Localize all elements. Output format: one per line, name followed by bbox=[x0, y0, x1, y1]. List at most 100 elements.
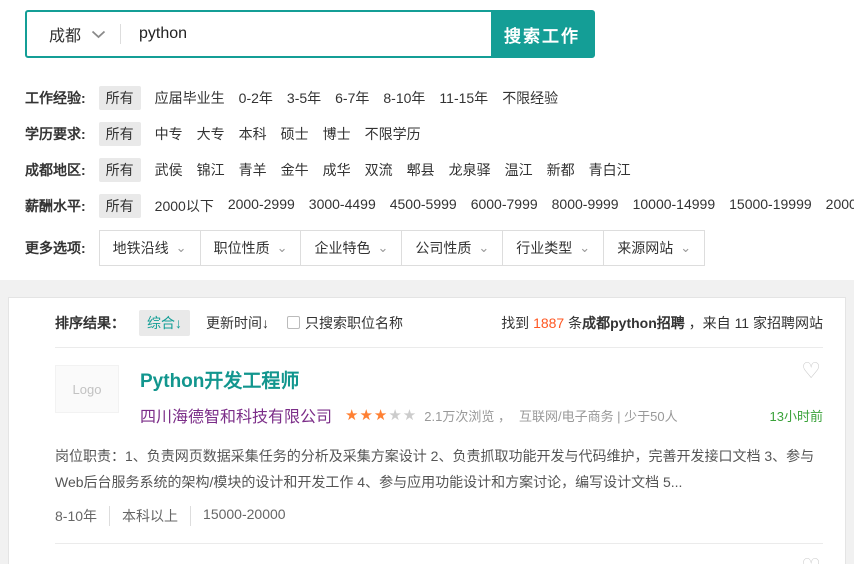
posted-time: 13小时前 bbox=[770, 406, 823, 425]
job-tag: 本科以上 bbox=[109, 506, 178, 526]
job-tags: 8-10年本科以上15000-20000 bbox=[55, 506, 823, 526]
job-tag: 15000-20000 bbox=[190, 506, 286, 526]
filter-dropdown-label: 公司性质 bbox=[415, 238, 471, 258]
filter-option[interactable]: 硕士 bbox=[274, 122, 316, 146]
chevron-down-icon: ⌄ bbox=[680, 244, 691, 252]
filter-section: 工作经验: 所有 应届毕业生0-2年3-5年6-7年8-10年11-15年不限经… bbox=[25, 86, 854, 278]
results-card: 排序结果： 综合↓ 更新时间↓ 只搜索职位名称 找到 1887 条成都pytho… bbox=[8, 297, 846, 564]
filter-dropdown-label: 来源网站 bbox=[617, 238, 673, 258]
filter-dropdown[interactable]: 来源网站 ⌄ bbox=[603, 230, 705, 266]
filter-option[interactable]: 龙泉驿 bbox=[442, 158, 498, 182]
sort-comprehensive-button[interactable]: 综合↓ bbox=[139, 310, 190, 336]
results-section: 排序结果： 综合↓ 更新时间↓ 只搜索职位名称 找到 1887 条成都pytho… bbox=[0, 280, 854, 564]
filter-option[interactable]: 应届毕业生 bbox=[148, 86, 232, 110]
chevron-down-icon: ⌄ bbox=[277, 244, 288, 252]
filter-dropdown-label: 行业类型 bbox=[516, 238, 572, 258]
company-logo-placeholder: Logo bbox=[55, 365, 119, 413]
filter-dropdown[interactable]: 地铁沿线 ⌄ bbox=[99, 230, 201, 266]
chevron-down-icon: ⌄ bbox=[176, 244, 187, 252]
sort-by-time-button[interactable]: 更新时间↓ bbox=[206, 313, 269, 333]
filter-selected-all[interactable]: 所有 bbox=[99, 122, 141, 146]
heart-icon[interactable]: ♡ bbox=[801, 360, 821, 382]
filter-options: 2000以下2000-29993000-44994500-59996000-79… bbox=[148, 194, 854, 218]
filter-option[interactable]: 20000- bbox=[819, 194, 854, 218]
filter-option[interactable]: 中专 bbox=[148, 122, 190, 146]
filter-selected-all[interactable]: 所有 bbox=[99, 86, 141, 110]
views-count: 2.1万次浏览 ， bbox=[424, 406, 511, 425]
filter-option[interactable]: 双流 bbox=[358, 158, 400, 182]
filter-option[interactable]: 10000-14999 bbox=[626, 194, 723, 218]
filter-option[interactable]: 青羊 bbox=[232, 158, 274, 182]
filter-option[interactable]: 2000以下 bbox=[148, 194, 221, 218]
result-keyword: 成都python招聘 bbox=[582, 315, 685, 331]
title-only-filter[interactable]: 只搜索职位名称 bbox=[287, 313, 403, 333]
filter-row-salary: 薪酬水平: 所有 2000以下2000-29993000-44994500-59… bbox=[25, 194, 854, 218]
job-description: 岗位职责：1、负责网页数据采集任务的分析及采集方案设计 2、负责抓取功能开发与代… bbox=[55, 443, 823, 495]
filter-dropdown[interactable]: 公司性质 ⌄ bbox=[401, 230, 503, 266]
filter-option[interactable]: 2000-2999 bbox=[221, 194, 302, 218]
filter-option[interactable]: 青白江 bbox=[582, 158, 638, 182]
filter-row-education: 学历要求: 所有 中专大专本科硕士博士不限学历 bbox=[25, 122, 854, 146]
filter-option[interactable]: 8000-9999 bbox=[545, 194, 626, 218]
filter-selected-all[interactable]: 所有 bbox=[99, 194, 141, 218]
filter-option[interactable]: 博士 bbox=[316, 122, 358, 146]
city-selector[interactable]: 成都 bbox=[27, 12, 120, 56]
filter-option[interactable]: 4500-5999 bbox=[383, 194, 464, 218]
filter-option[interactable]: 郫县 bbox=[400, 158, 442, 182]
filter-option[interactable]: 新都 bbox=[540, 158, 582, 182]
company-link[interactable]: 四川海德智和科技有限公司 bbox=[140, 403, 332, 427]
job-header: Logo Python开发工程师 四川海德智和科技有限公司 ★★★★★ 2.1万… bbox=[55, 365, 823, 427]
filter-option[interactable]: 3-5年 bbox=[280, 86, 328, 110]
filter-label: 成都地区: bbox=[25, 160, 86, 180]
filter-option[interactable]: 11-15年 bbox=[432, 86, 495, 110]
filter-option[interactable]: 6000-7999 bbox=[464, 194, 545, 218]
filter-option[interactable]: 6-7年 bbox=[328, 86, 376, 110]
job-search-page: 成都 搜索工作 工作经验: 所有 应届毕业生0-2年3-5年6-7年8-10年1… bbox=[0, 10, 854, 278]
filter-dropdown[interactable]: 职位性质⌄ bbox=[200, 230, 302, 266]
filter-option[interactable]: 锦江 bbox=[190, 158, 232, 182]
filter-option[interactable]: 不限经验 bbox=[495, 86, 565, 110]
filter-option[interactable]: 成华 bbox=[316, 158, 358, 182]
job-title-only-checkbox[interactable] bbox=[287, 316, 300, 329]
chevron-down-icon: ⌄ bbox=[377, 244, 388, 252]
company-meta: 互联网/电子商务 | 少于50人 bbox=[519, 406, 678, 425]
filter-row-experience: 工作经验: 所有 应届毕业生0-2年3-5年6-7年8-10年11-15年不限经… bbox=[25, 86, 854, 110]
filter-options: 应届毕业生0-2年3-5年6-7年8-10年11-15年不限经验 bbox=[148, 86, 566, 110]
filter-label: 薪酬水平: bbox=[25, 196, 86, 216]
result-summary: 找到 1887 条成都python招聘 ，来自 11 家招聘网站 bbox=[501, 313, 823, 333]
filter-dropdown[interactable]: 企业特色 ⌄ bbox=[300, 230, 402, 266]
filter-options: 中专大专本科硕士博士不限学历 bbox=[148, 122, 428, 146]
chevron-down-icon: ⌄ bbox=[579, 244, 590, 252]
filter-dropdown-label: 企业特色 bbox=[314, 238, 370, 258]
city-label: 成都 bbox=[49, 22, 81, 46]
chevron-down-icon: ⌄ bbox=[478, 244, 489, 252]
filter-label: 更多选项: bbox=[25, 238, 86, 258]
heart-icon[interactable]: ♡ bbox=[801, 556, 821, 564]
search-input[interactable] bbox=[121, 12, 491, 56]
filter-dropdown[interactable]: 行业类型 ⌄ bbox=[502, 230, 604, 266]
more-options-group: 地铁沿线⌄职位性质⌄企业特色⌄公司性质⌄行业类型⌄来源网站⌄ bbox=[99, 230, 704, 266]
filter-option[interactable]: 15000-19999 bbox=[722, 194, 819, 218]
job-listing: ♡ Logo Python开发工程师 四川海德智和科技有限公司 ★★★★★ 2.… bbox=[55, 348, 823, 544]
search-bar: 成都 搜索工作 bbox=[25, 10, 595, 58]
search-job-button[interactable]: 搜索工作 bbox=[491, 12, 593, 56]
filter-option[interactable]: 3000-4499 bbox=[302, 194, 383, 218]
filter-option[interactable]: 武侯 bbox=[148, 158, 190, 182]
filter-dropdown-label: 地铁沿线 bbox=[113, 238, 169, 258]
filter-selected-all[interactable]: 所有 bbox=[99, 158, 141, 182]
job-title-link[interactable]: Python开发工程师 bbox=[140, 366, 823, 393]
sort-label: 排序结果： bbox=[55, 313, 125, 333]
filter-options: 武侯锦江青羊金牛成华双流郫县龙泉驿温江新都青白江 bbox=[148, 158, 638, 182]
job-title-only-label: 只搜索职位名称 bbox=[305, 313, 403, 333]
result-count: 1887 bbox=[533, 315, 564, 331]
filter-option[interactable]: 不限学历 bbox=[358, 122, 428, 146]
filter-row-district: 成都地区: 所有 武侯锦江青羊金牛成华双流郫县龙泉驿温江新都青白江 bbox=[25, 158, 854, 182]
job-listing: ♡ BBD 中级Python工程师 成都数联铭品科技有限公司 ★★★★★ 1.8… bbox=[55, 544, 823, 564]
filter-option[interactable]: 温江 bbox=[498, 158, 540, 182]
filter-option[interactable]: 8-10年 bbox=[376, 86, 432, 110]
filter-option[interactable]: 0-2年 bbox=[232, 86, 280, 110]
filter-option[interactable]: 金牛 bbox=[274, 158, 316, 182]
filter-option[interactable]: 本科 bbox=[232, 122, 274, 146]
chevron-down-icon bbox=[91, 30, 106, 39]
filter-option[interactable]: 大专 bbox=[190, 122, 232, 146]
